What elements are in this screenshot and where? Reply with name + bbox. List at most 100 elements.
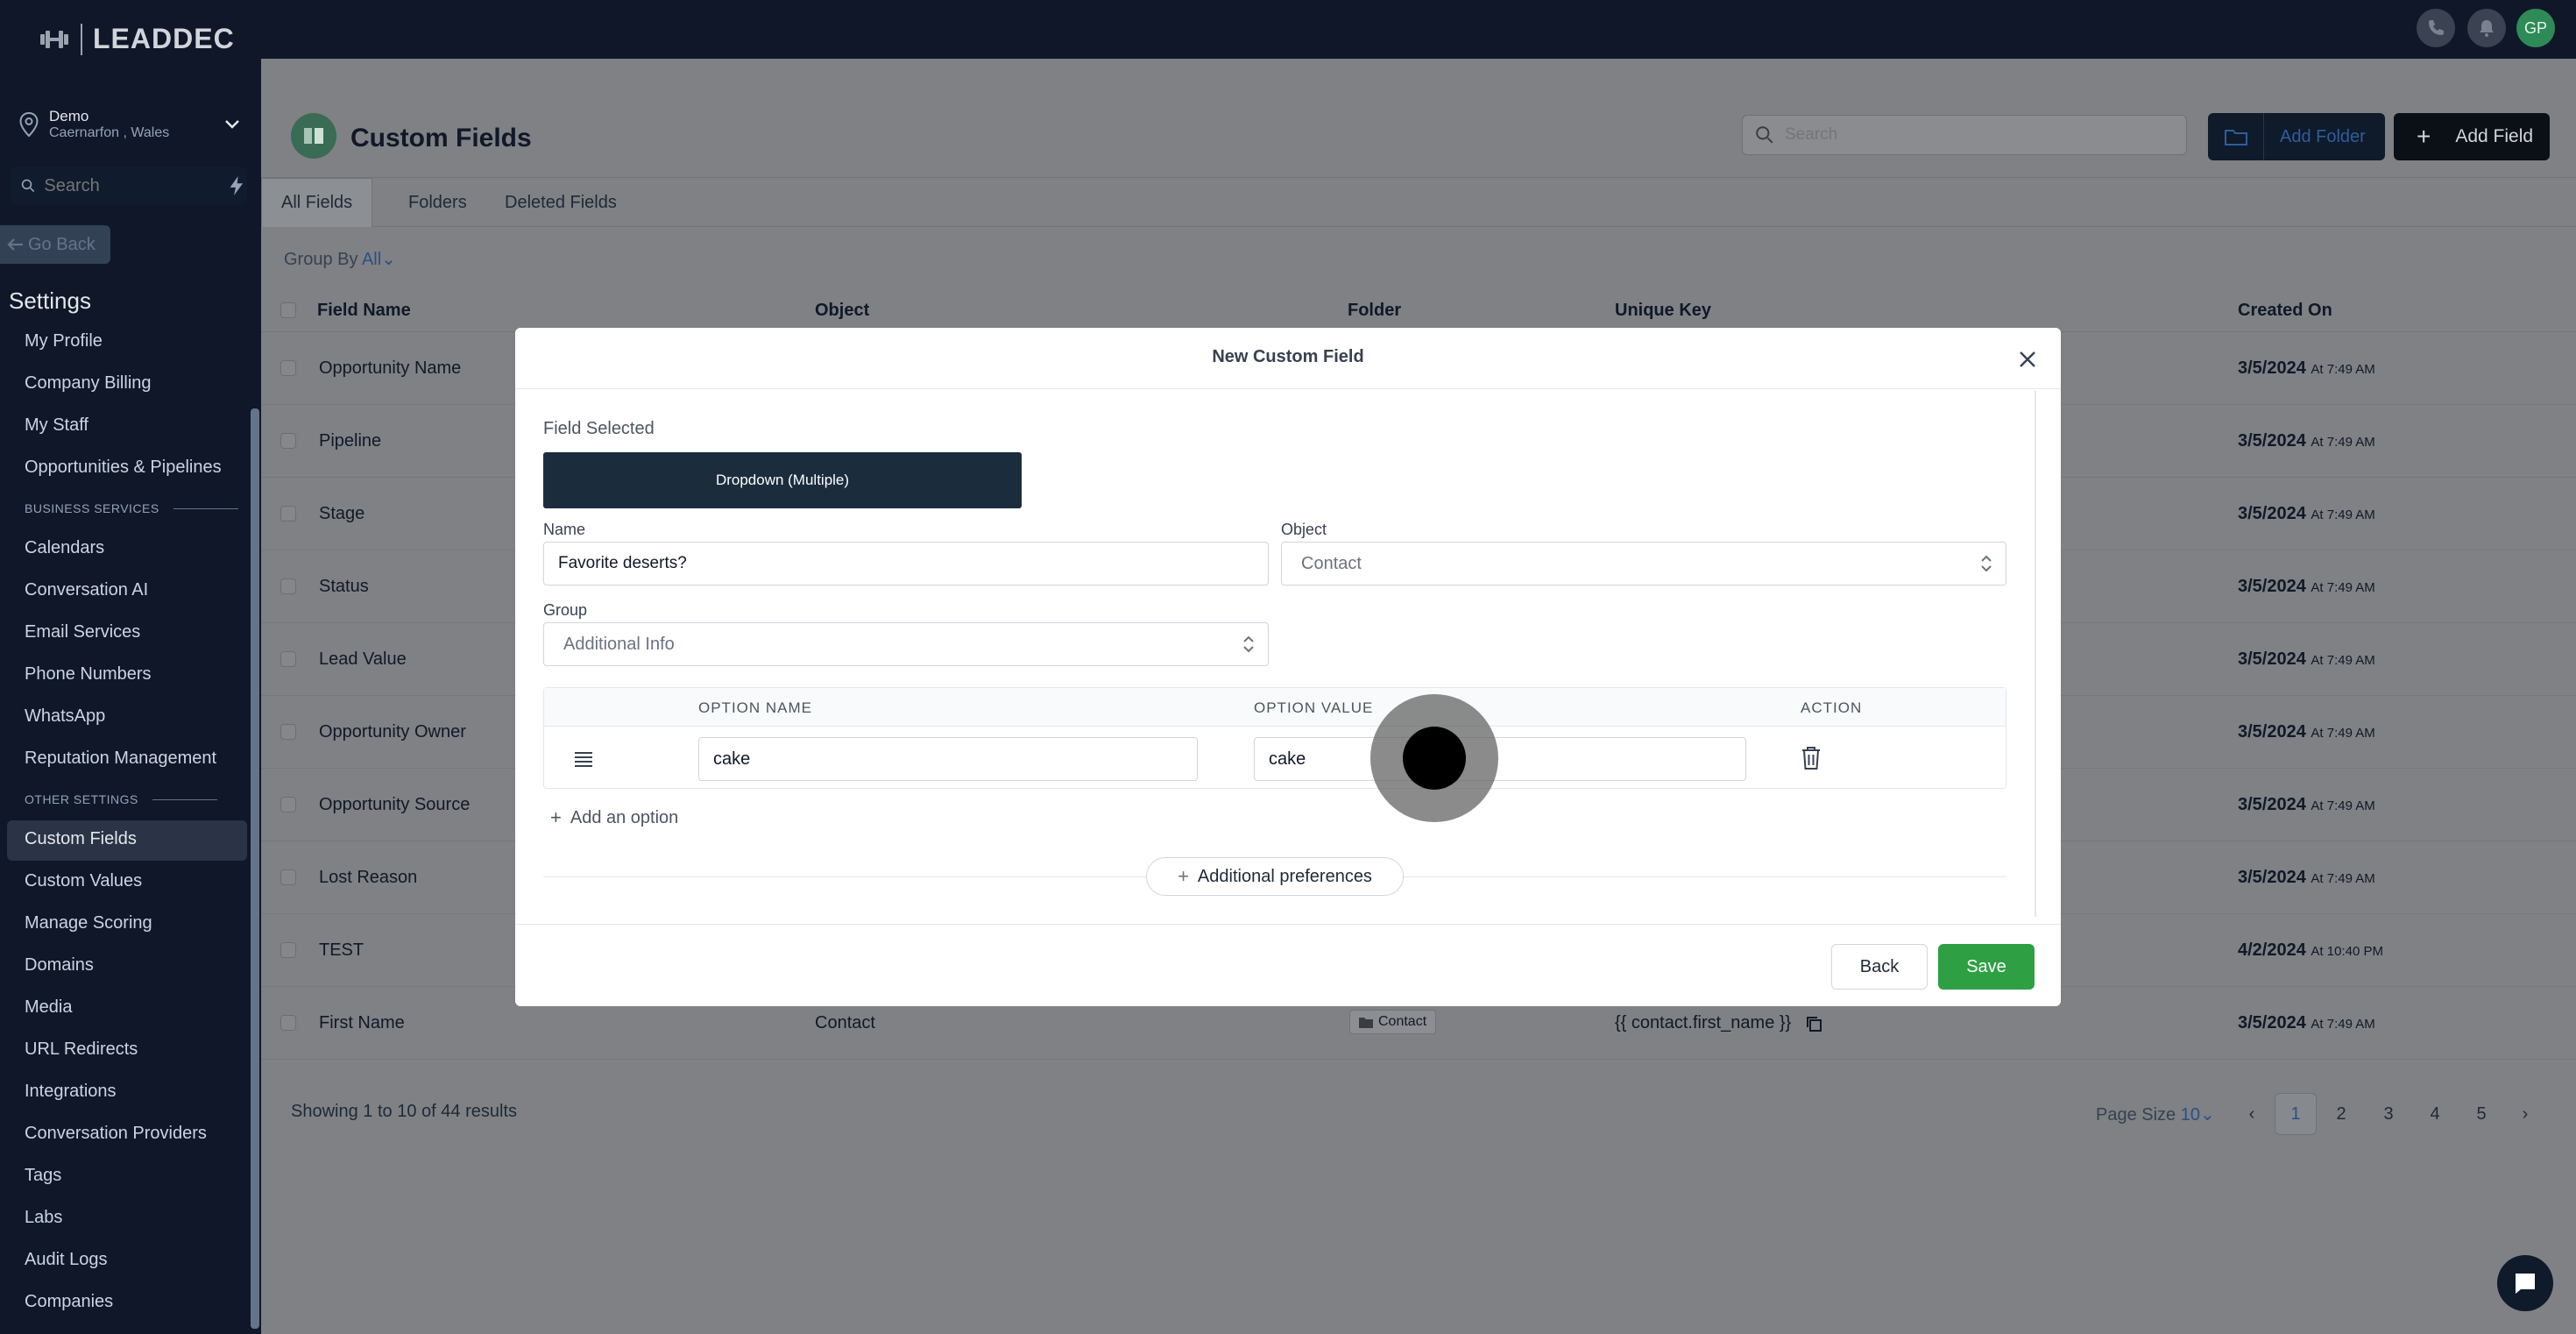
chevron-down-icon: ⌄ [381, 250, 396, 269]
object-select[interactable]: Contact [1281, 542, 2006, 585]
name-label: Name [543, 521, 586, 538]
sidebar-item-integrations[interactable]: Integrations [25, 1082, 117, 1102]
option-name-input[interactable] [698, 737, 1198, 781]
modal-scrollbar[interactable] [2035, 391, 2036, 917]
row-checkbox[interactable] [280, 724, 296, 740]
row-checkbox[interactable] [280, 942, 296, 958]
row-checkbox[interactable] [280, 433, 296, 449]
sidebar-item-calendars[interactable]: Calendars [25, 538, 104, 558]
tab-folders[interactable]: Folders [389, 178, 486, 227]
sidebar-item-custom-values[interactable]: Custom Values [25, 871, 142, 891]
add-option-button[interactable]: + Add an option [550, 806, 678, 829]
page-button-5[interactable]: 5 [2460, 1093, 2502, 1135]
select-all-checkbox[interactable] [280, 302, 296, 318]
row-checkbox[interactable] [280, 578, 296, 594]
page-size-value[interactable]: 10 [2181, 1105, 2200, 1125]
go-back-button[interactable]: Go Back [0, 225, 110, 264]
sidebar-item-tags[interactable]: Tags [25, 1166, 61, 1186]
created-on: 4/2/2024 At 10:40 PM [2238, 940, 2383, 961]
fields-search[interactable] [1742, 115, 2187, 155]
page-button-4[interactable]: 4 [2414, 1093, 2456, 1135]
row-checkbox[interactable] [280, 360, 296, 376]
sidebar-item-labs[interactable]: Labs [25, 1208, 62, 1228]
sidebar-item-email-services[interactable]: Email Services [25, 622, 140, 642]
page-size-selector[interactable]: Page Size 10⌄ [2096, 1103, 2215, 1125]
add-folder-button[interactable]: Add Folder [2208, 113, 2385, 160]
section-label: OTHER SETTINGS [25, 792, 138, 806]
row-checkbox[interactable] [280, 651, 296, 667]
trash-icon[interactable] [1801, 746, 1822, 770]
row-checkbox[interactable] [280, 506, 296, 522]
sidebar-item-manage-scoring[interactable]: Manage Scoring [25, 913, 152, 933]
chat-widget-button[interactable] [2497, 1255, 2553, 1311]
user-avatar[interactable]: GP [2516, 9, 2555, 47]
save-button[interactable]: Save [1938, 944, 2035, 990]
group-by-selector[interactable]: Group By All⌄ [284, 248, 396, 270]
modal-close-button[interactable] [2015, 347, 2040, 372]
next-page-button[interactable]: › [2504, 1093, 2546, 1135]
results-total: 44 [441, 1102, 461, 1121]
col-field-name[interactable]: Field Name [317, 301, 411, 321]
sidebar-item-media[interactable]: Media [25, 997, 72, 1018]
sidebar-item-domains[interactable]: Domains [25, 955, 94, 976]
additional-preferences-button[interactable]: + Additional preferences [1146, 857, 1404, 896]
results-word: results [465, 1102, 517, 1121]
created-time: At 10:40 PM [2311, 944, 2383, 959]
page-button-1[interactable]: 1 [2275, 1093, 2317, 1135]
copy-icon[interactable] [1805, 1015, 1822, 1032]
group-by-value[interactable]: All [362, 250, 381, 269]
sidebar-item-companies[interactable]: Companies [25, 1292, 113, 1312]
page-button-3[interactable]: 3 [2367, 1093, 2410, 1135]
back-button[interactable]: Back [1831, 944, 1928, 990]
tab-all-fields[interactable]: All Fields [261, 178, 373, 227]
row-checkbox[interactable] [280, 869, 296, 885]
sidebar-item-my-staff[interactable]: My Staff [25, 415, 88, 436]
sidebar-item-opportunities-pipelines[interactable]: Opportunities & Pipelines [25, 458, 222, 478]
created-on: 3/5/2024 At 7:49 AM [2238, 431, 2375, 451]
folder-chip[interactable]: Contact [1349, 1010, 1437, 1034]
notifications-button[interactable] [2467, 9, 2506, 47]
field-name: Lost Reason [319, 868, 418, 887]
sidebar-item-custom-fields[interactable]: Custom Fields [25, 829, 137, 849]
sidebar-item-reputation-management[interactable]: Reputation Management [25, 749, 216, 769]
col-object[interactable]: Object [815, 301, 869, 321]
location-switcher[interactable]: Demo Caernarfon , Wales [18, 103, 244, 145]
sidebar-item-phone-numbers[interactable]: Phone Numbers [25, 664, 152, 685]
arrow-left-icon [7, 238, 23, 251]
row-checkbox[interactable] [280, 1015, 296, 1031]
add-field-button[interactable]: + Add Field [2394, 113, 2550, 160]
section-divider [173, 507, 238, 509]
sidebar-item-audit-logs[interactable]: Audit Logs [25, 1250, 108, 1270]
sidebar-item-my-profile[interactable]: My Profile [25, 331, 103, 351]
col-created-on[interactable]: Created On [2238, 301, 2332, 321]
sidebar-item-conversation-providers[interactable]: Conversation Providers [25, 1124, 207, 1144]
sidebar-item-company-billing[interactable]: Company Billing [25, 373, 152, 394]
sidebar-search[interactable] [11, 167, 247, 205]
click-indicator-dot [1403, 727, 1466, 790]
sidebar-search-input[interactable] [44, 175, 211, 196]
add-option-label: Add an option [570, 807, 679, 827]
prev-page-button[interactable]: ‹ [2231, 1093, 2273, 1135]
tab-deleted-fields[interactable]: Deleted Fields [485, 178, 636, 227]
sidebar-item-whatsapp[interactable]: WhatsApp [25, 706, 105, 727]
page-button-2[interactable]: 2 [2320, 1093, 2362, 1135]
col-unique-key[interactable]: Unique Key [1615, 301, 1711, 321]
col-folder[interactable]: Folder [1348, 301, 1401, 321]
folder-icon-wrap [2208, 113, 2264, 160]
brand-logo[interactable]: LEADDEC [39, 23, 235, 55]
sidebar-scrollbar[interactable] [251, 408, 259, 1329]
name-input[interactable] [543, 542, 1269, 585]
lightning-icon[interactable] [226, 174, 247, 198]
field-name: Opportunity Name [319, 358, 462, 378]
plus-icon: + [550, 806, 562, 828]
sidebar-item-url-redirects[interactable]: URL Redirects [25, 1040, 138, 1060]
row-checkbox[interactable] [280, 797, 296, 812]
drag-handle-icon[interactable] [574, 751, 593, 767]
option-value-input[interactable] [1254, 737, 1746, 781]
sidebar-item-conversation-ai[interactable]: Conversation AI [25, 580, 148, 600]
field-object: Contact [815, 1013, 875, 1032]
phone-button[interactable] [2417, 9, 2455, 47]
fields-search-input[interactable] [1785, 125, 1999, 145]
field-type-selected[interactable]: Dropdown (Multiple) [543, 452, 1022, 508]
group-select[interactable]: Additional Info [543, 622, 1269, 666]
